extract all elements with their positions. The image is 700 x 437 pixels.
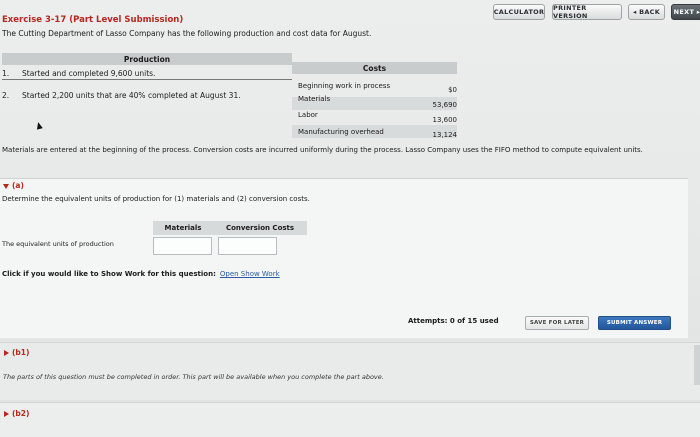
cost-value: 13,600 bbox=[432, 116, 458, 124]
divider bbox=[2, 79, 292, 80]
materials-units-input[interactable] bbox=[153, 237, 212, 255]
costs-heading: Costs bbox=[292, 62, 457, 74]
expanded-triangle-icon bbox=[3, 183, 9, 189]
collapsed-triangle-icon bbox=[4, 411, 9, 417]
next-button[interactable]: NEXT ▸ bbox=[671, 4, 700, 20]
part-a-label: (a) bbox=[12, 181, 24, 190]
part-b1-toggle[interactable]: (b1) bbox=[4, 348, 29, 357]
show-work-text: Click if you would like to Show Work for… bbox=[2, 270, 216, 278]
open-show-work-link[interactable]: Open Show Work bbox=[220, 270, 280, 278]
production-item: 1. Started and completed 9,600 units. bbox=[2, 69, 155, 78]
cost-label: Manufacturing overhead bbox=[298, 128, 384, 136]
cost-value: 13,124 bbox=[432, 131, 458, 139]
item-text: Started and completed 9,600 units. bbox=[22, 69, 156, 78]
mouse-pointer-icon bbox=[35, 121, 43, 130]
cost-value: $0 bbox=[448, 86, 457, 94]
part-b1-label: (b1) bbox=[12, 348, 30, 357]
part-b2-toggle[interactable]: (b2) bbox=[4, 409, 29, 418]
conversion-units-input[interactable] bbox=[218, 237, 277, 255]
show-work-prompt: Click if you would like to Show Work for… bbox=[2, 270, 280, 278]
part-b1-note: The parts of this question must be compl… bbox=[3, 373, 384, 381]
part-b2-label: (b2) bbox=[12, 409, 30, 418]
collapsed-triangle-icon bbox=[4, 350, 9, 356]
printer-version-button[interactable]: PRINTER VERSION bbox=[552, 4, 622, 20]
scrollbar[interactable] bbox=[694, 345, 700, 385]
exercise-title: Exercise 3-17 (Part Level Submission) bbox=[2, 15, 184, 25]
cost-label: Labor bbox=[298, 111, 318, 119]
item-number: 1. bbox=[2, 69, 10, 78]
equivalent-units-label: The equivalent units of production bbox=[2, 240, 114, 248]
item-text: Started 2,200 units that are 40% complet… bbox=[22, 91, 241, 100]
column-header-conversion-costs: Conversion Costs bbox=[213, 221, 307, 235]
cost-label: Beginning work in process bbox=[298, 82, 391, 90]
part-b2-panel bbox=[0, 402, 700, 437]
production-item: 2. Started 2,200 units that are 40% compl… bbox=[2, 91, 241, 100]
production-heading: Production bbox=[2, 53, 292, 65]
part-a-question: Determine the equivalent units of produc… bbox=[2, 195, 310, 203]
calculator-button[interactable]: CALCULATOR bbox=[493, 4, 545, 20]
attempts-counter: Attempts: 0 of 15 used bbox=[408, 317, 499, 325]
part-a-toggle[interactable]: (a) bbox=[3, 181, 24, 190]
item-number: 2. bbox=[2, 91, 10, 100]
process-note: Materials are entered at the beginning o… bbox=[2, 146, 643, 154]
save-for-later-button[interactable]: SAVE FOR LATER bbox=[525, 316, 589, 330]
back-button[interactable]: ◂ BACK bbox=[628, 4, 665, 20]
submit-answer-button[interactable]: SUBMIT ANSWER bbox=[598, 316, 671, 330]
part-b1-panel bbox=[0, 342, 700, 400]
cost-label: Materials bbox=[298, 95, 331, 103]
column-header-materials: Materials bbox=[153, 221, 213, 235]
exercise-intro: The Cutting Department of Lasso Company … bbox=[2, 29, 372, 38]
cost-value: 53,690 bbox=[432, 101, 458, 109]
